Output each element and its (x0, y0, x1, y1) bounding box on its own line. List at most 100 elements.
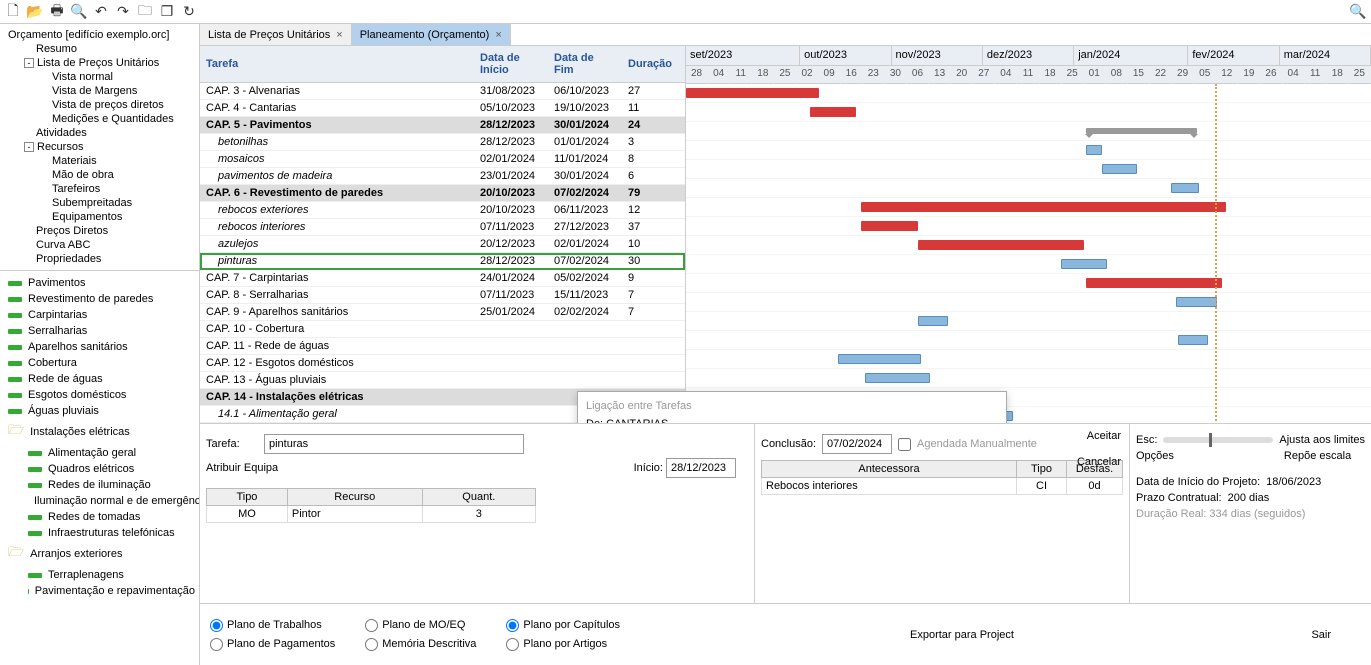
chapter-item[interactable]: 🗁Instalações elétricas (4, 419, 195, 445)
task-row[interactable]: CAP. 12 - Esgotos domésticos (200, 355, 685, 372)
task-table[interactable]: Tarefa Data de Início Data de Fim Duraçã… (200, 46, 686, 423)
tree-node[interactable]: -Lista de Preços Unitários (4, 56, 195, 70)
chapter-item[interactable]: Águas pluviais (4, 403, 195, 419)
gantt-bar[interactable] (810, 107, 856, 117)
chapter-item[interactable]: Alimentação geral (4, 445, 195, 461)
task-row[interactable]: CAP. 10 - Cobertura (200, 321, 685, 338)
task-row[interactable]: rebocos exteriores20/10/202306/11/202312 (200, 202, 685, 219)
task-row[interactable]: CAP. 7 - Carpintarias24/01/202405/02/202… (200, 270, 685, 287)
gantt-bar[interactable] (918, 316, 948, 326)
chapter-item[interactable]: 🗁Arranjos exteriores (4, 541, 195, 567)
chapter-item[interactable]: Redes de iluminação (4, 477, 195, 493)
gantt-bar[interactable] (918, 240, 1084, 250)
reset-scale-button[interactable]: Repõe escala (1284, 450, 1351, 462)
gantt-bar[interactable] (1061, 259, 1107, 269)
new-icon[interactable]: 🗋 (4, 3, 22, 21)
open-icon[interactable]: 📂 (26, 3, 44, 21)
tree-node[interactable]: Medições e Quantidades (4, 112, 195, 126)
task-row[interactable]: CAP. 6 - Revestimento de paredes20/10/20… (200, 185, 685, 202)
close-icon[interactable]: × (495, 29, 501, 41)
radio-capitulos[interactable]: Plano por Capítulos (506, 619, 620, 632)
copy-icon[interactable]: ❐ (158, 3, 176, 21)
options-button[interactable]: Opções (1136, 450, 1174, 462)
task-row[interactable]: CAP. 5 - Pavimentos28/12/202330/01/20242… (200, 117, 685, 134)
chapter-item[interactable]: Revestimento de paredes (4, 291, 195, 307)
manual-checkbox[interactable] (898, 438, 911, 451)
tree-node[interactable]: -Recursos (4, 140, 195, 154)
gantt-chart[interactable]: set/2023out/2023nov/2023dez/2023jan/2024… (686, 46, 1371, 423)
tree-node[interactable]: Equipamentos (4, 210, 195, 224)
tree-node[interactable]: Propriedades (4, 252, 195, 266)
task-row[interactable]: CAP. 4 - Cantarias05/10/202319/10/202311 (200, 100, 685, 117)
tree-node[interactable]: Materiais (4, 154, 195, 168)
scale-slider[interactable] (1163, 437, 1273, 443)
tree-node[interactable]: Preços Diretos (4, 224, 195, 238)
radio-plano-trabalhos[interactable]: Plano de Trabalhos (210, 619, 335, 632)
detail-cancel-button[interactable]: Cancelar (1077, 456, 1121, 468)
tab[interactable]: Lista de Preços Unitários× (200, 24, 352, 45)
folder-icon[interactable]: 🗀 (136, 3, 154, 21)
chapter-item[interactable]: Quadros elétricos (4, 461, 195, 477)
col-start[interactable]: Data de Início (474, 46, 548, 83)
chapter-item[interactable]: Rede de águas (4, 371, 195, 387)
task-name-input[interactable] (264, 434, 524, 454)
tab[interactable]: Planeamento (Orçamento)× (352, 24, 511, 45)
task-row[interactable]: CAP. 13 - Águas pluviais (200, 372, 685, 389)
chapter-item[interactable]: Pavimentos (4, 275, 195, 291)
chapter-item[interactable]: Carpintarias (4, 307, 195, 323)
chapter-item[interactable]: Infraestruturas telefónicas (4, 525, 195, 541)
tree-root[interactable]: Orçamento [edifício exemplo.orc] (4, 28, 195, 42)
exit-button[interactable]: Sair (1311, 629, 1331, 641)
tree-node[interactable]: Tarefeiros (4, 182, 195, 196)
task-row[interactable]: mosaicos02/01/202411/01/20248 (200, 151, 685, 168)
chapter-item[interactable]: Esgotos domésticos (4, 387, 195, 403)
fit-button[interactable]: Ajusta aos limites (1279, 434, 1365, 446)
start-input[interactable] (666, 458, 736, 478)
detail-accept-button[interactable]: Aceitar (1077, 430, 1121, 442)
gantt-bar[interactable] (1176, 297, 1217, 307)
col-dur[interactable]: Duração (622, 46, 685, 83)
gantt-bar[interactable] (1086, 145, 1102, 155)
tree-node[interactable]: Vista de Margens (4, 84, 195, 98)
tree-node[interactable]: Vista normal (4, 70, 195, 84)
gantt-bar[interactable] (1178, 335, 1208, 345)
gantt-bar[interactable] (1171, 183, 1199, 193)
predecessor-table[interactable]: AntecessoraTipoDesfas. Rebocos interiore… (761, 460, 1123, 495)
radio-artigos[interactable]: Plano por Artigos (506, 638, 620, 651)
task-row[interactable]: betonilhas28/12/202301/01/20243 (200, 134, 685, 151)
task-row[interactable]: pinturas28/12/202307/02/202430 (200, 253, 685, 270)
task-row[interactable]: azulejos20/12/202302/01/202410 (200, 236, 685, 253)
task-row[interactable]: CAP. 11 - Rede de águas (200, 338, 685, 355)
gantt-bar[interactable] (1086, 128, 1196, 134)
refresh-icon[interactable]: ↻ (180, 3, 198, 21)
chapter-item[interactable]: Serralharias (4, 323, 195, 339)
task-row[interactable]: rebocos interiores07/11/202327/12/202337 (200, 219, 685, 236)
tree-node[interactable]: Subempreitadas (4, 196, 195, 210)
task-row[interactable]: CAP. 3 - Alvenarias31/08/202306/10/20232… (200, 83, 685, 100)
gantt-bar[interactable] (1102, 164, 1137, 174)
chapter-item[interactable]: Terraplenagens (4, 567, 195, 583)
team-table[interactable]: TipoRecursoQuant. MOPintor3 (206, 488, 536, 523)
gantt-bar[interactable] (865, 373, 929, 383)
redo-icon[interactable]: ↷ (114, 3, 132, 21)
col-end[interactable]: Data de Fim (548, 46, 622, 83)
print-icon[interactable]: 🖶 (48, 3, 66, 21)
gantt-bar[interactable] (1086, 278, 1222, 288)
gantt-bar[interactable] (838, 354, 921, 364)
end-input[interactable] (822, 434, 892, 454)
chapter-item[interactable]: Redes de tomadas (4, 509, 195, 525)
undo-icon[interactable]: ↶ (92, 3, 110, 21)
task-row[interactable]: pavimentos de madeira23/01/202430/01/202… (200, 168, 685, 185)
tree-node[interactable]: Vista de preços diretos (4, 98, 195, 112)
tree-node[interactable]: Mão de obra (4, 168, 195, 182)
gantt-bar[interactable] (861, 221, 919, 231)
radio-plano-moeq[interactable]: Plano de MO/EQ (365, 619, 476, 632)
gantt-bar[interactable] (861, 202, 1227, 212)
task-row[interactable]: CAP. 8 - Serralharias07/11/202315/11/202… (200, 287, 685, 304)
search-icon[interactable]: 🔍 (1349, 3, 1367, 21)
task-row[interactable]: CAP. 9 - Aparelhos sanitários25/01/20240… (200, 304, 685, 321)
chapter-item[interactable]: Aparelhos sanitários (4, 339, 195, 355)
col-task[interactable]: Tarefa (200, 46, 474, 83)
chapter-item[interactable]: Pavimentação e repavimentação (4, 583, 195, 599)
close-icon[interactable]: × (336, 29, 342, 41)
